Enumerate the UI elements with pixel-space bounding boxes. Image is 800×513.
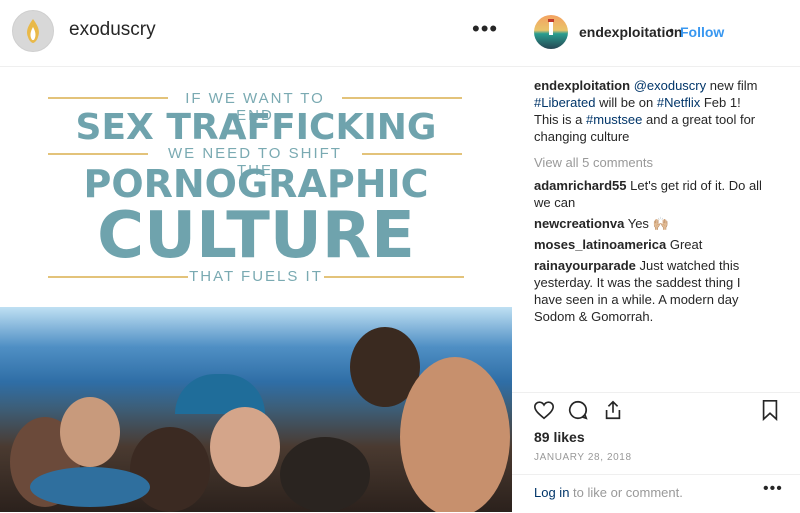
bookmark-icon[interactable] — [760, 399, 780, 421]
comment-icon[interactable] — [567, 399, 589, 421]
login-link[interactable]: Log in — [534, 485, 569, 500]
more-icon[interactable]: ••• — [763, 480, 783, 498]
poster-line-6: THAT FUELS IT — [189, 268, 323, 285]
crowd-figure — [30, 467, 150, 507]
comment: adamrichard55 Let's get rid of it. Do al… — [534, 177, 764, 211]
caption-text: will be on — [595, 95, 657, 110]
flame-logo-icon — [27, 19, 39, 43]
login-text: to like or comment. — [569, 485, 683, 500]
comment-username[interactable]: newcreationva — [534, 216, 624, 231]
crowd-figure — [280, 437, 370, 512]
login-prompt: Log in to like or comment. — [534, 485, 683, 500]
lighthouse-logo-icon — [548, 19, 554, 35]
comment: rainayourparade Just watched this yester… — [534, 257, 764, 325]
post-more-icon[interactable]: ••• — [472, 18, 498, 40]
crowd-photo — [0, 307, 512, 512]
heart-icon[interactable] — [533, 399, 555, 421]
poster-rule — [48, 153, 148, 155]
comment: newcreationva Yes 🙌🏼 — [534, 215, 764, 232]
caption: endexploitation @exoduscry new film #Lib… — [534, 77, 764, 145]
poster-headline: IF WE WANT TO END SEX TRAFFICKING WE NEE… — [0, 67, 512, 307]
comment-text: Yes 🙌🏼 — [627, 216, 669, 231]
comment-username[interactable]: adamrichard55 — [534, 178, 627, 193]
hashtag-link[interactable]: #Liberated — [534, 95, 595, 110]
likes-count[interactable]: 89 likes — [534, 429, 585, 445]
avatar-endexploitation[interactable] — [534, 15, 568, 49]
poster-line-5: CULTURE — [97, 199, 415, 273]
separator-dot: • — [669, 22, 674, 38]
poster-rule — [324, 276, 464, 278]
crowd-figure — [130, 427, 210, 512]
post-username[interactable]: exoduscry — [69, 19, 156, 41]
post-image[interactable]: IF WE WANT TO END SEX TRAFFICKING WE NEE… — [0, 67, 512, 512]
view-all-comments-link[interactable]: View all 5 comments — [534, 154, 764, 171]
caption-username[interactable]: endexploitation — [534, 78, 630, 93]
comment-username[interactable]: moses_latinoamerica — [534, 237, 666, 252]
crowd-figure — [210, 407, 280, 487]
crowd-figure — [60, 397, 120, 467]
comment: moses_latinoamerica Great — [534, 236, 764, 253]
comment-text: Great — [669, 237, 703, 252]
side-username[interactable]: endexploitation — [579, 24, 682, 40]
caption-text: new film — [706, 78, 758, 93]
comments-section: endexploitation @exoduscry new film #Lib… — [534, 77, 764, 325]
mention-link[interactable]: @exoduscry — [634, 78, 706, 93]
poster-line-2: SEX TRAFFICKING — [75, 107, 437, 148]
follow-button[interactable]: Follow — [680, 24, 724, 40]
post-date[interactable]: JANUARY 28, 2018 — [534, 452, 632, 463]
comment-username[interactable]: rainayourparade — [534, 258, 636, 273]
avatar-exoduscry[interactable] — [12, 10, 54, 52]
share-icon[interactable] — [602, 399, 624, 421]
poster-rule — [342, 97, 462, 99]
poster-rule — [48, 276, 188, 278]
crowd-figure — [400, 357, 510, 512]
hashtag-link[interactable]: #Netflix — [657, 95, 700, 110]
poster-rule — [48, 97, 168, 99]
hashtag-link[interactable]: #mustsee — [586, 112, 642, 127]
poster-rule — [362, 153, 462, 155]
